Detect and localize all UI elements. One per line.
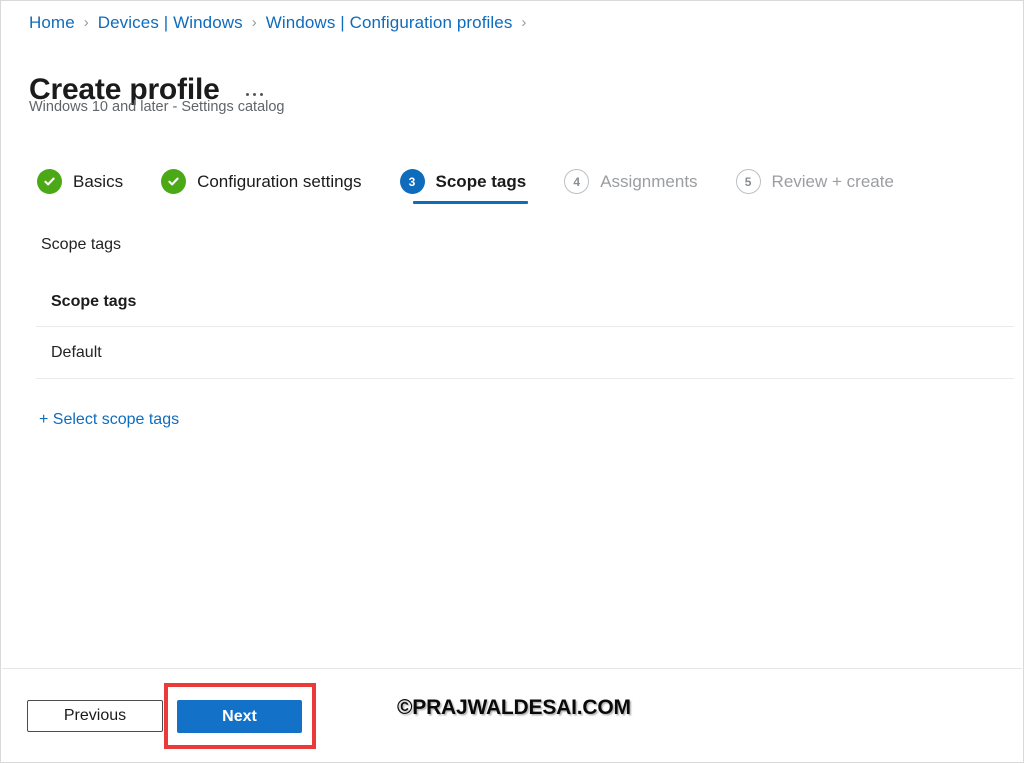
breadcrumb-item-windows-configuration-profiles[interactable]: Windows | Configuration profiles [266, 12, 513, 34]
previous-button[interactable]: Previous [27, 700, 163, 732]
wizard-step-review-create[interactable]: 5 Review + create [735, 169, 894, 208]
wizard-step-label: Review + create [771, 171, 894, 191]
table-row[interactable]: Default [36, 327, 1014, 379]
next-button[interactable]: Next [177, 700, 302, 733]
breadcrumb: Home › Devices | Windows › Windows | Con… [29, 12, 535, 34]
page-subtitle: Windows 10 and later - Settings catalog [29, 99, 285, 115]
scope-tag-name: Default [51, 344, 102, 361]
active-tab-underline [412, 201, 529, 204]
wizard-step-label: Assignments [600, 171, 698, 191]
chevron-right-icon: › [83, 14, 89, 31]
watermark: ©PRAJWALDESAI.COM [397, 696, 631, 719]
wizard-step-label: Basics [73, 171, 124, 191]
check-circle-icon [161, 169, 187, 194]
step-number-badge: 5 [735, 169, 761, 194]
wizard-step-assignments[interactable]: 4 Assignments [564, 169, 698, 208]
page-header: Create profile [29, 51, 265, 129]
dot-1 [245, 93, 249, 97]
wizard-step-label: Scope tags [435, 171, 527, 191]
wizard-step-label: Configuration settings [197, 171, 362, 191]
wizard-step-configuration-settings[interactable]: Configuration settings [161, 169, 362, 208]
chevron-right-icon: › [521, 14, 527, 31]
step-number-badge: 3 [399, 169, 425, 194]
wizard-step-basics[interactable]: Basics [37, 169, 123, 208]
create-profile-page: Home › Devices | Windows › Windows | Con… [0, 0, 1024, 763]
section-label-scope-tags: Scope tags [41, 236, 122, 253]
table-column-header-scope-tags: Scope tags [36, 291, 1014, 327]
footer-divider [2, 668, 1022, 669]
breadcrumb-item-devices-windows[interactable]: Devices | Windows [98, 12, 243, 34]
breadcrumb-item-home[interactable]: Home [29, 12, 75, 34]
chevron-right-icon: › [251, 14, 257, 31]
check-circle-icon [37, 169, 62, 194]
dot-3 [259, 93, 263, 97]
dot-2 [252, 93, 256, 97]
scope-tags-table: Scope tags Default [36, 291, 1014, 379]
wizard-step-scope-tags[interactable]: 3 Scope tags [399, 169, 529, 208]
step-number-badge: 4 [564, 169, 590, 194]
wizard-steps: Basics Configuration settings 3 Scope ta… [37, 169, 894, 208]
select-scope-tags-link[interactable]: + Select scope tags [39, 409, 179, 431]
